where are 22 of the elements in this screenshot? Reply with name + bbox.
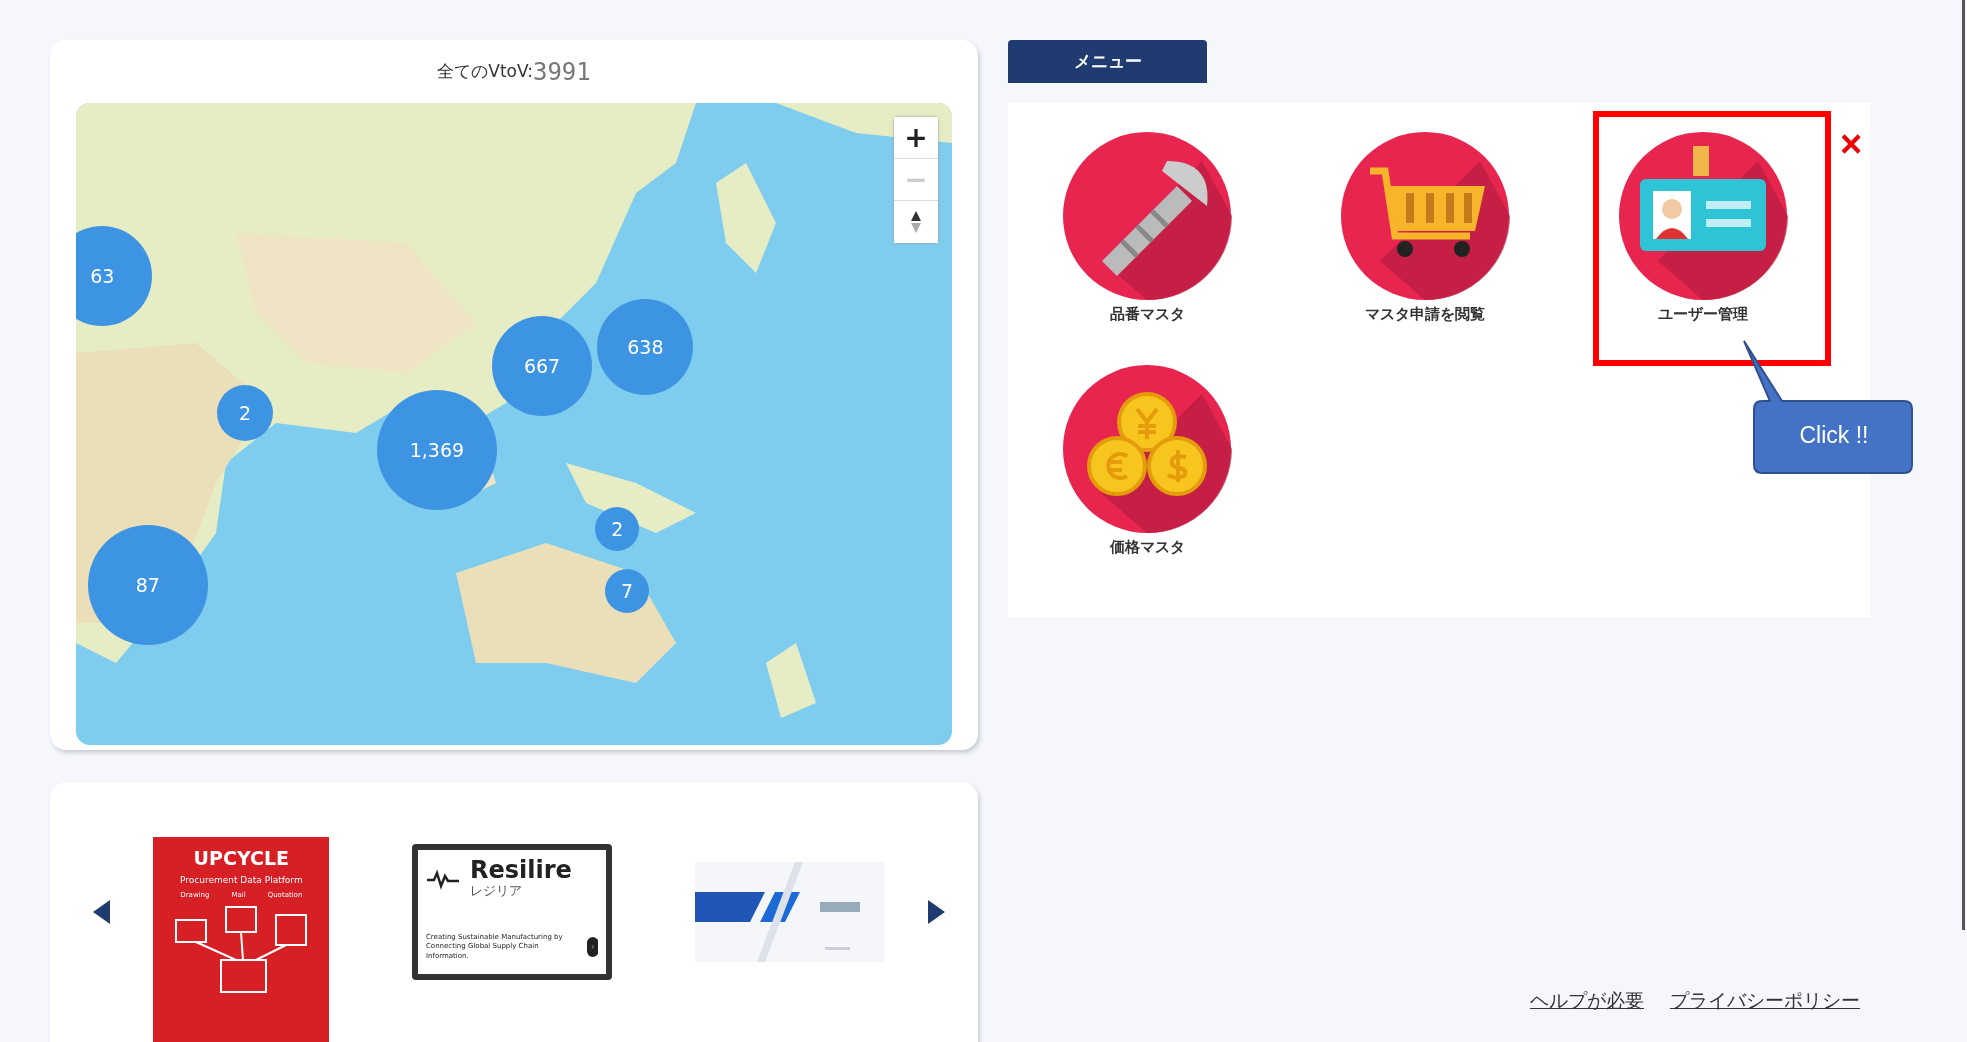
menu-tab[interactable]: メニュー bbox=[1008, 40, 1207, 83]
coins-icon bbox=[1062, 364, 1232, 534]
compass-icon[interactable] bbox=[910, 210, 922, 234]
zoom-button[interactable]: + bbox=[894, 117, 938, 159]
footer-link[interactable]: プライバシーポリシー bbox=[1670, 988, 1860, 1014]
wave-icon bbox=[426, 868, 460, 890]
total-count: 3991 bbox=[532, 57, 591, 86]
menu-item[interactable]: 品番マスタ bbox=[1062, 131, 1232, 324]
menu-item[interactable]: ユーザー管理 bbox=[1618, 131, 1788, 324]
screw-icon bbox=[1062, 131, 1232, 301]
menu-item[interactable]: 価格マスタ bbox=[1062, 364, 1232, 557]
banner-title: Resilire bbox=[470, 858, 572, 882]
map-title: 全てのVtoV: bbox=[437, 60, 533, 83]
banner-title: UPCYCLE bbox=[193, 847, 290, 869]
banner-subtitle: Procurement Data Platform bbox=[180, 875, 303, 885]
callout: Click !! bbox=[1742, 339, 1914, 475]
cart-icon bbox=[1340, 131, 1510, 301]
footer-link[interactable]: ヘルプが必要 bbox=[1530, 988, 1644, 1014]
close-button[interactable]: × bbox=[1840, 125, 1863, 163]
id-card-icon bbox=[1618, 131, 1788, 301]
menu-item[interactable]: マスタ申請を閲覧 bbox=[1340, 131, 1510, 324]
banner-subtitle: レジリア bbox=[470, 882, 523, 900]
